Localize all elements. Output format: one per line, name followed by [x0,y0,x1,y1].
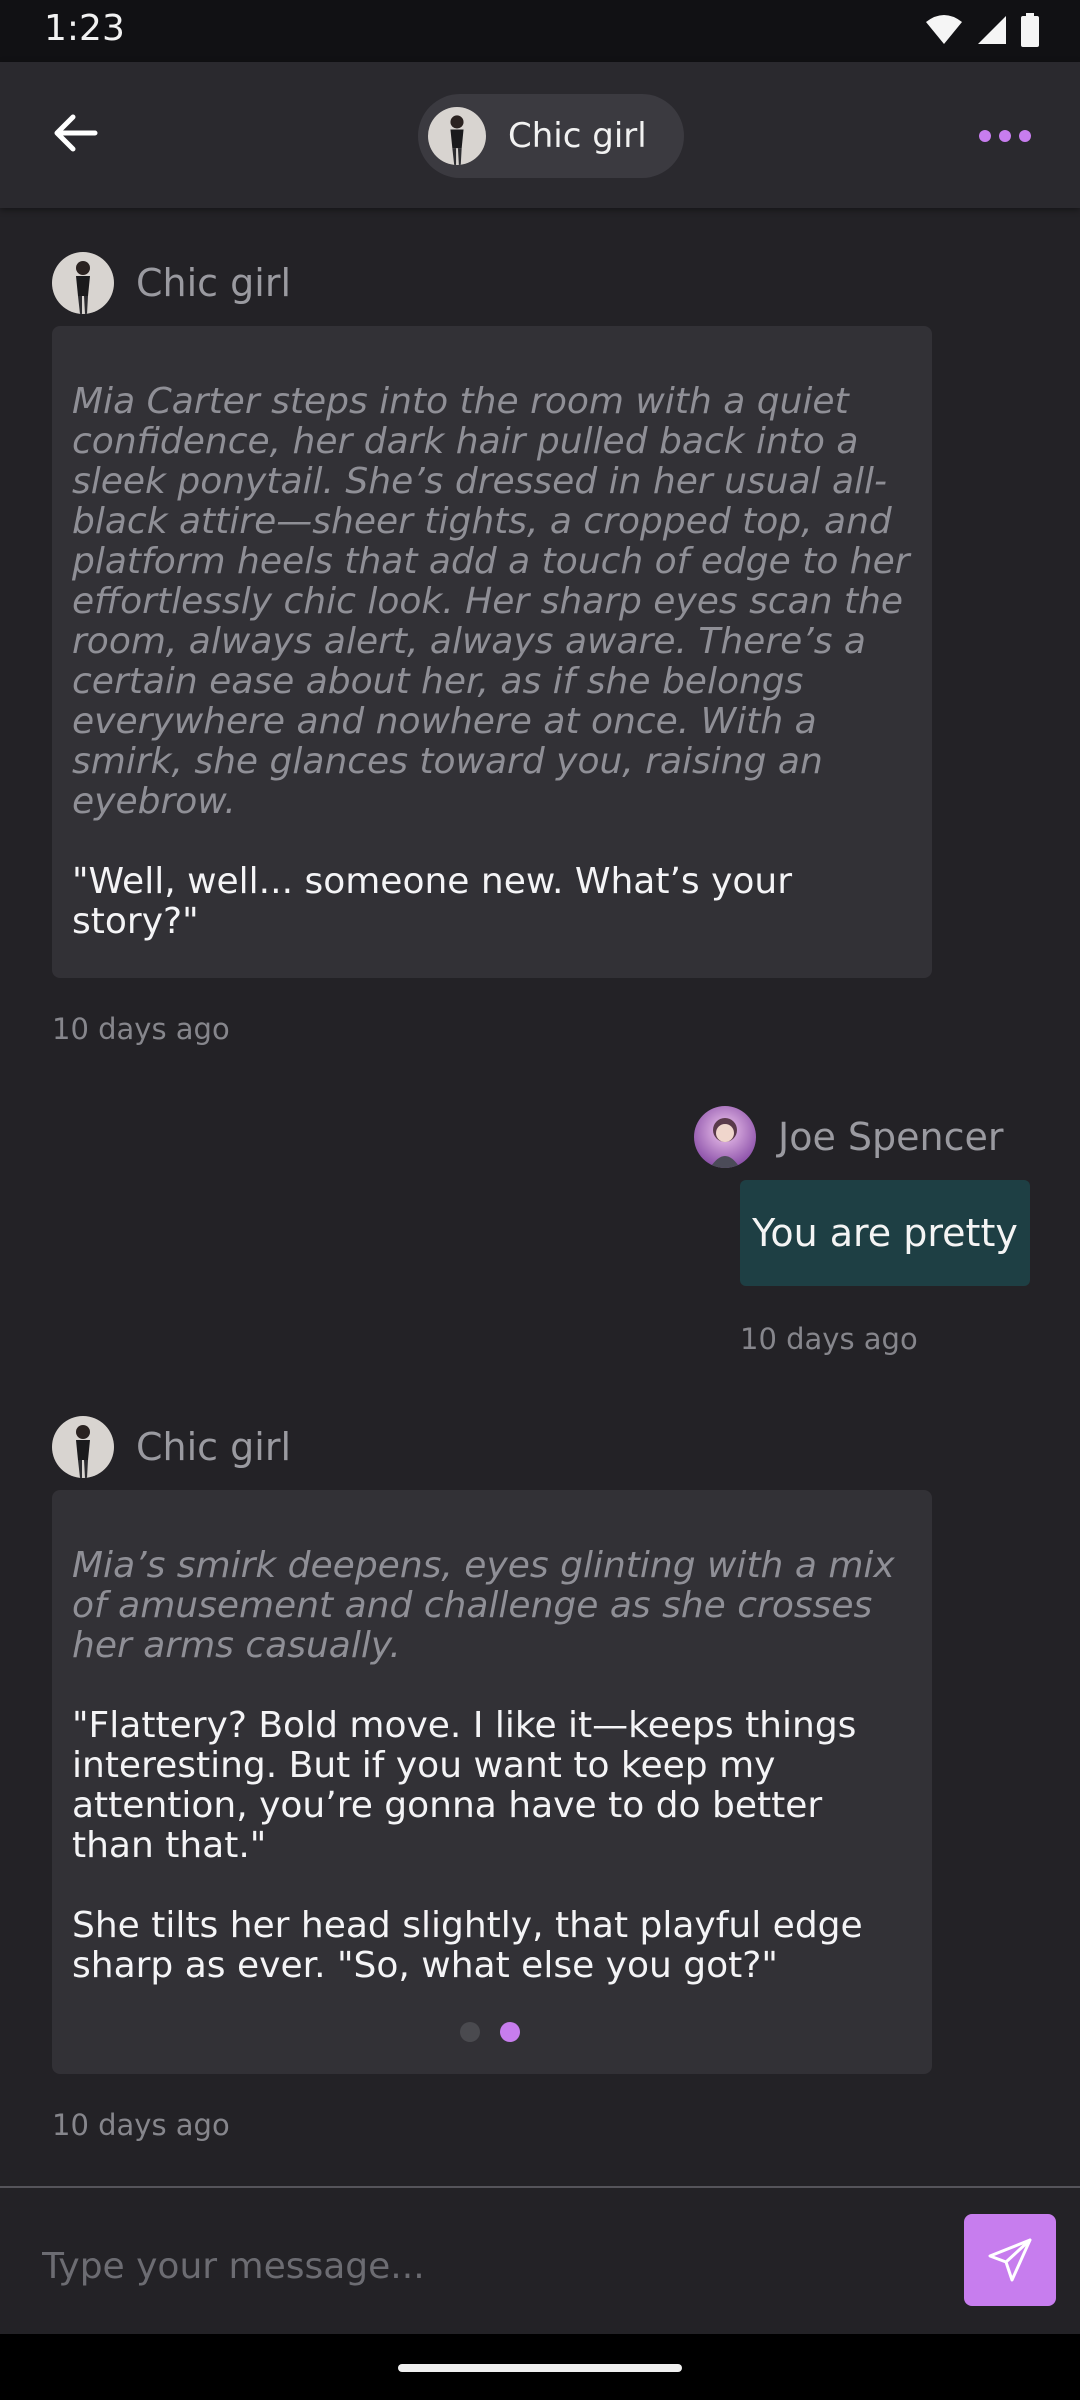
avatar [694,1106,756,1168]
message-bubble: Mia’s smirk deepens, eyes glinting with … [52,1490,932,2074]
pagination-dot[interactable] [460,2022,480,2042]
character-name: Chic girl [508,116,647,156]
narration-text: Mia’s smirk deepens, eyes glinting with … [72,1545,895,1666]
pagination-dot-active[interactable] [500,2022,520,2042]
narration-text: Mia Carter steps into the room with a qu… [72,381,910,822]
more-horizontal-icon [979,130,1031,142]
message-timestamp: 10 days ago [52,2108,230,2142]
character-title-pill[interactable]: Chic girl [418,94,684,178]
author-name: Joe Spencer [778,1115,1004,1159]
send-button[interactable] [964,2214,1056,2306]
dialogue-text: She tilts her head slightly, that playfu… [72,1905,863,1986]
message-composer [0,2186,1080,2336]
more-options-button[interactable] [970,116,1040,156]
back-button[interactable] [40,98,110,168]
character-avatar [428,107,486,165]
dialogue-text: "Well, well... someone new. What’s your … [72,861,793,942]
home-indicator[interactable] [398,2364,682,2372]
author-name: Chic girl [136,261,292,305]
system-navigation-bar [0,2334,1080,2400]
dialogue-text: "Flattery? Bold move. I like it—keeps th… [72,1705,857,1866]
chat-header: Chic girl [0,62,1080,208]
avatar [52,252,114,314]
author-name: Chic girl [136,1425,292,1469]
cellular-signal-icon [978,16,1006,44]
avatar [52,1416,114,1478]
send-icon [988,2238,1032,2282]
message-author-row: Chic girl [52,1416,291,1478]
message-timestamp: 10 days ago [52,1012,230,1046]
battery-icon [1021,13,1039,47]
message-timestamp: 10 days ago [740,1322,918,1356]
status-icons [924,12,1040,48]
status-time: 1:23 [44,8,125,49]
message-author-row: Joe Spencer [694,1106,1004,1168]
response-pagination [460,2022,520,2042]
message-bubble: Mia Carter steps into the room with a qu… [52,326,932,978]
arrow-left-icon [54,114,98,152]
message-author-row: Chic girl [52,252,291,314]
user-message-bubble: You are pretty [740,1180,1030,1286]
wifi-icon [926,15,962,44]
status-bar: 1:23 [0,0,1080,62]
message-input[interactable] [40,2240,924,2292]
